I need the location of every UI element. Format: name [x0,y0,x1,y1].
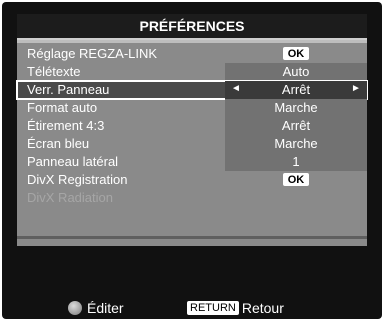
navigation-pad-icon [68,301,82,315]
edit-hint: Éditer [68,300,124,316]
title-divider [17,40,367,43]
menu-item-panel-lock[interactable]: Verr. Panneau ◄ Arrêt ► [16,80,368,100]
menu-item-value: Marche [274,100,318,115]
return-label: Retour [241,300,284,316]
menu-item-label: DivX Registration [27,172,128,187]
menu-item-divx-radiation: DivX Radiation [17,189,367,207]
menu-item-value: 1 [292,154,300,169]
footer-bar: Éditer RETURN Retour [2,298,382,318]
menu-item-auto-format[interactable]: Format auto Marche [17,99,367,117]
menu-item-label: Format auto [27,100,98,115]
return-hint: RETURN Retour [187,300,284,316]
menu-item-divx-registration[interactable]: DivX Registration OK [17,171,367,189]
menu-item-value: Arrêt [281,118,311,133]
panel-divider [17,236,367,239]
menu-item-value: Marche [274,136,318,151]
menu-item-label: DivX Radiation [27,190,113,205]
return-key-badge: RETURN [187,301,239,315]
menu-item-value: Auto [282,64,310,79]
menu-item-side-panel[interactable]: Panneau latéral 1 [17,153,367,171]
menu-item-label: Écran bleu [27,136,90,151]
menu-item-teletext[interactable]: Télétexte Auto [17,63,367,81]
menu-item-label: Panneau latéral [27,154,119,169]
menu-item-label: Réglage REGZA-LINK [27,46,158,61]
menu-list: Réglage REGZA-LINK OK Télétexte Auto Ver… [16,45,368,207]
preferences-panel: PRÉFÉRENCES Réglage REGZA-LINK OK Téléte… [16,14,368,246]
right-arrow-icon[interactable]: ► [351,83,361,94]
edit-label: Éditer [87,300,124,316]
menu-item-regza-link[interactable]: Réglage REGZA-LINK OK [17,45,367,63]
menu-item-value: Arrêt [281,82,311,97]
divx-registration-ok-button[interactable]: OK [283,173,309,186]
tv-screen: PRÉFÉRENCES Réglage REGZA-LINK OK Téléte… [2,2,382,319]
menu-item-label: Télétexte [27,64,81,79]
menu-item-blue-screen[interactable]: Écran bleu Marche [17,135,367,153]
menu-item-label: Étirement 4:3 [27,118,105,133]
regza-link-ok-button[interactable]: OK [283,47,309,60]
menu-item-label: Verr. Panneau [27,82,110,97]
menu-item-stretch-4-3[interactable]: Étirement 4:3 Arrêt [17,117,367,135]
menu-title: PRÉFÉRENCES [17,14,367,40]
